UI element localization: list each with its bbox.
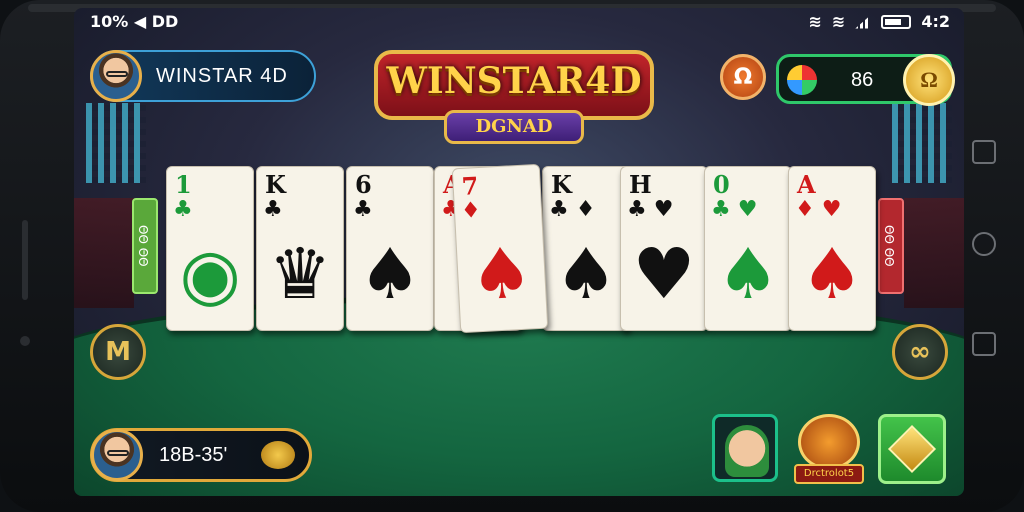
phone-nav-keys (972, 140, 1002, 370)
shop-button[interactable]: Drctrolot5 (794, 414, 864, 486)
card-suit-icon: ♦ ♥ (795, 197, 842, 222)
settings-button[interactable]: Ω (720, 54, 766, 100)
card-rank: 7 (460, 171, 480, 201)
card-rank: A (797, 170, 816, 199)
crowd-left (74, 198, 134, 308)
card-suit-icon: ♣ ♥ (711, 197, 758, 222)
chip-icon (261, 441, 295, 469)
card-row: 1♣◉K♣♛6♣♠A♣♦7♦♠K♣ ♦♠H♣ ♥♥0♣ ♥♠A♦ ♥♠ (166, 163, 886, 346)
phone-frame: 10% ◀ DD ≋ ≋ 4:2 WINSTAR 4D WINSTAR4D DG… (0, 0, 1024, 512)
emote-icon: ∞ (909, 337, 931, 367)
playing-card[interactable]: A ♦ ♥ ♠ (788, 166, 876, 331)
signal-icon (855, 14, 872, 29)
friend-face (725, 425, 769, 477)
shop-icon (798, 414, 860, 470)
card-art-icon: ♠ (800, 233, 864, 315)
card-suit-icon: ♦ (460, 197, 482, 224)
crowd-right (904, 198, 964, 308)
card-suit-icon: ♣ ♦ (549, 197, 596, 222)
battery-icon (881, 14, 912, 29)
logo-title: WINSTAR4D (386, 60, 642, 102)
playing-card[interactable]: 1 ♣ ◉ (166, 166, 254, 331)
card-art-icon: ♠ (716, 233, 780, 315)
card-art-icon: ♠ (358, 233, 422, 315)
card-rank: H (629, 170, 652, 199)
back-icon[interactable] (972, 332, 996, 356)
status-time: 4:2 (921, 12, 950, 31)
bottom-player-balance[interactable]: 18B-35' (90, 428, 312, 482)
playing-card[interactable]: K ♣ ♛ (256, 166, 344, 331)
left-side-tab[interactable]: ΘΘ ΘΘ (132, 198, 158, 294)
status-bar: 10% ◀ DD ≋ ≋ 4:2 (74, 8, 964, 38)
wifi-icon: ≋ (808, 12, 822, 31)
coin-balance[interactable]: 86 Ω (776, 54, 955, 106)
status-left: 10% ◀ DD (90, 12, 179, 31)
card-rank: 0 (713, 170, 730, 199)
card-art-icon: ♛ (268, 233, 332, 315)
coin-icon[interactable]: Ω (903, 54, 955, 106)
glasses-icon (107, 450, 129, 456)
card-art-icon: ♥ (632, 233, 696, 315)
wifi-icon-2: ≋ (831, 12, 846, 31)
play-button[interactable] (878, 414, 946, 484)
playing-card[interactable]: 7 ♦ ♠ (451, 163, 549, 334)
card-rank: K (551, 170, 572, 199)
diamond-icon (887, 424, 937, 474)
card-suit-icon: ♣ (173, 197, 193, 222)
player-profile[interactable]: WINSTAR 4D (90, 50, 316, 102)
friend-avatar-button[interactable] (712, 414, 778, 482)
card-art-icon: ♠ (554, 233, 618, 315)
playing-card[interactable]: 6 ♣ ♠ (346, 166, 434, 331)
avatar (91, 429, 143, 481)
logo-subtitle: DGNAD (444, 110, 584, 144)
gem-icon (787, 65, 817, 95)
card-rank: K (265, 170, 286, 199)
status-right: ≋ ≋ 4:2 (809, 12, 950, 31)
game-logo: WINSTAR4D DGNAD (374, 40, 654, 146)
card-rank: 1 (175, 170, 192, 199)
card-rank: 6 (355, 170, 372, 199)
card-suit-icon: ♣ (353, 197, 373, 222)
avatar (90, 50, 142, 102)
stadium-lights-left (86, 103, 146, 183)
menu-button[interactable]: M (90, 324, 146, 380)
card-suit-icon: ♣ ♥ (627, 197, 674, 222)
shop-label: Drctrolot5 (794, 464, 864, 484)
menu-icon: M (105, 337, 131, 367)
card-art-icon: ◉ (179, 233, 241, 315)
glasses-icon (106, 71, 128, 77)
playing-card[interactable]: 0 ♣ ♥ ♠ (704, 166, 792, 331)
stadium-lights-right (892, 103, 952, 183)
phone-camera (20, 336, 30, 346)
settings-icon: Ω (733, 64, 753, 90)
emote-button[interactable]: ∞ (892, 324, 948, 380)
playing-card[interactable]: K ♣ ♦ ♠ (542, 166, 630, 331)
recent-apps-icon[interactable] (972, 140, 996, 164)
player-name: WINSTAR 4D (156, 65, 288, 87)
playing-card[interactable]: H ♣ ♥ ♥ (620, 166, 708, 331)
phone-side-button (22, 220, 28, 300)
player-amount: 18B-35' (159, 444, 228, 466)
coin-value: 86 (851, 69, 874, 91)
coin-glyph: Ω (920, 67, 938, 92)
home-icon[interactable] (972, 232, 996, 256)
game-screen: 10% ◀ DD ≋ ≋ 4:2 WINSTAR 4D WINSTAR4D DG… (74, 8, 964, 496)
card-art-icon: ♠ (467, 231, 535, 317)
card-suit-icon: ♣ (263, 197, 283, 222)
